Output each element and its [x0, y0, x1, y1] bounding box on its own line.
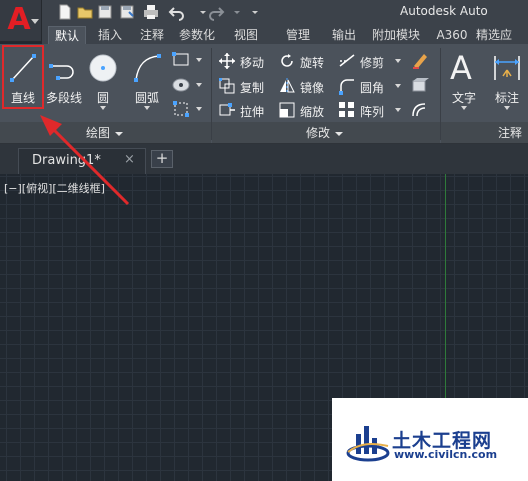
civilcn-logo-icon — [346, 426, 390, 462]
watermark-url: www.civilcn.com — [394, 448, 498, 461]
watermark: 土木工程网 www.civilcn.com — [332, 398, 528, 481]
